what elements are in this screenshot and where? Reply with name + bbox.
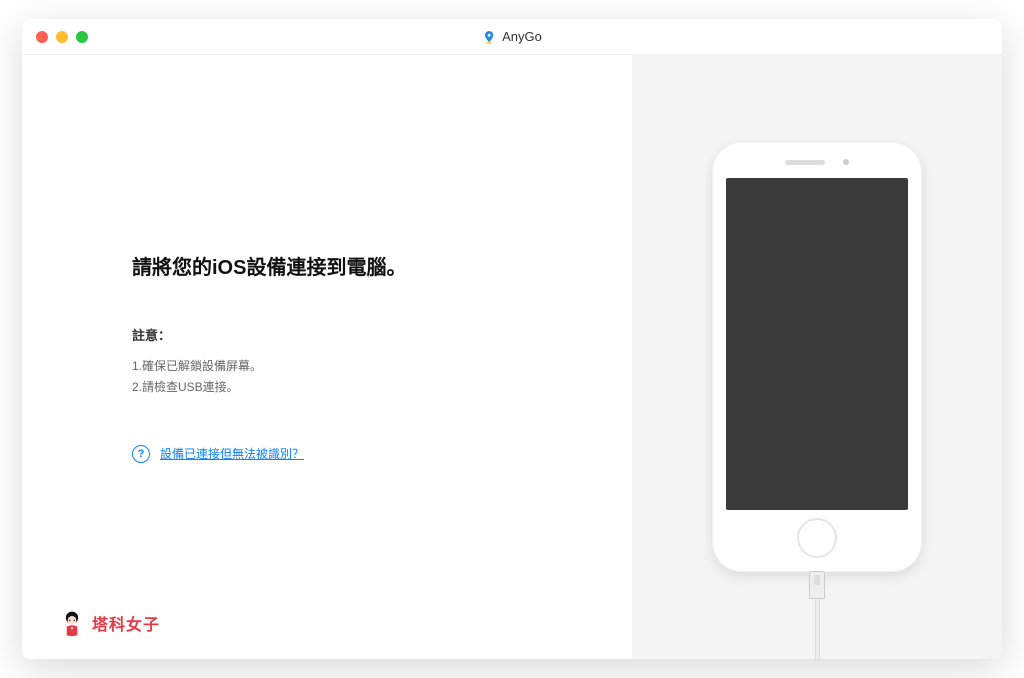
title-bar: AnyGo	[22, 19, 1002, 55]
help-icon: ?	[132, 445, 150, 463]
phone-illustration	[712, 142, 922, 572]
maximize-button[interactable]	[76, 31, 88, 43]
illustration-pane	[632, 55, 1002, 659]
device-not-recognized-link[interactable]: 設備已連接但無法被識別？	[160, 445, 304, 462]
window-title: AnyGo	[482, 29, 542, 44]
phone-speaker	[785, 160, 825, 165]
help-row: ? 設備已連接但無法被識別？	[132, 445, 592, 463]
cable-wire	[815, 599, 820, 659]
phone-top	[726, 156, 908, 168]
note-item-1: 1.確保已解鎖設備屏幕。	[132, 356, 592, 376]
close-button[interactable]	[36, 31, 48, 43]
connect-heading: 請將您的iOS設備連接到電腦。	[132, 251, 592, 280]
lightning-connector	[809, 571, 825, 599]
usb-cable-illustration	[809, 571, 825, 659]
watermark: 塔科女子	[58, 609, 160, 637]
window-controls	[22, 31, 88, 43]
phone-camera	[843, 159, 849, 165]
watermark-text: 塔科女子	[92, 611, 160, 635]
note-label: 註意：	[132, 325, 592, 344]
content-area: 請將您的iOS設備連接到電腦。 註意： 1.確保已解鎖設備屏幕。 2.請檢查US…	[22, 55, 1002, 659]
location-pin-icon	[482, 30, 496, 44]
phone-screen	[726, 178, 908, 510]
note-item-2: 2.請檢查USB連接。	[132, 377, 592, 397]
phone-home-button	[797, 518, 837, 558]
app-window: AnyGo 請將您的iOS設備連接到電腦。 註意： 1.確保已解鎖設備屏幕。 2…	[22, 19, 1002, 659]
app-name-label: AnyGo	[502, 29, 542, 44]
instructions-pane: 請將您的iOS設備連接到電腦。 註意： 1.確保已解鎖設備屏幕。 2.請檢查US…	[22, 55, 632, 659]
watermark-avatar-icon	[58, 609, 86, 637]
minimize-button[interactable]	[56, 31, 68, 43]
